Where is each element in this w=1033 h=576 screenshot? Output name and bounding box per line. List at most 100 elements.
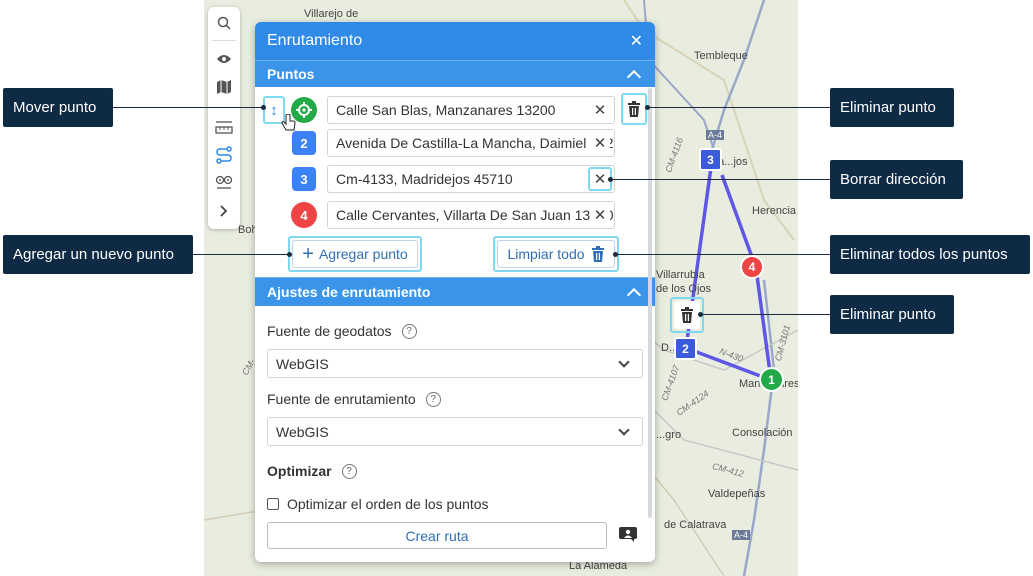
points-section-title: Puntos	[267, 66, 315, 82]
point-number-badge: 2	[292, 131, 316, 155]
optimize-checkbox-label: Optimizar el orden de los puntos	[287, 496, 489, 512]
geodata-source-text: Fuente de geodatos	[267, 323, 392, 339]
panel-header: Enrutamiento ✕	[255, 22, 655, 60]
points-section-header[interactable]: Puntos	[255, 60, 655, 87]
contact-card-icon	[619, 527, 637, 542]
optimize-checkbox[interactable]	[267, 498, 279, 510]
callout-dot	[613, 252, 618, 257]
routing-source-select[interactable]: WebGIS	[267, 417, 643, 446]
clear-address-icon[interactable]: ✕	[590, 100, 610, 120]
ruler-icon	[215, 121, 233, 134]
add-point-button[interactable]: + Agregar punto	[292, 240, 418, 268]
visibility-button[interactable]	[212, 47, 236, 71]
routing-source-text: Fuente de enrutamiento	[267, 391, 416, 407]
create-route-button[interactable]: Crear ruta	[267, 522, 607, 549]
map-marker-2[interactable]: 2	[674, 337, 697, 360]
map-marker-4[interactable]: 4	[740, 255, 764, 279]
route-point-row: 4 Calle Cervantes, Villarta De San Juan …	[255, 201, 655, 229]
callout-dot	[287, 252, 292, 257]
map-icon	[217, 80, 231, 94]
geodata-source-label: Fuente de geodatos ?	[267, 323, 417, 339]
settings-section-header[interactable]: Ajustes de enrutamiento	[255, 277, 655, 306]
help-icon[interactable]: ?	[425, 391, 441, 407]
chevron-up-icon	[626, 287, 642, 302]
point-number-badge: 4	[291, 202, 317, 228]
map-place-tembleque: Tembleque	[694, 50, 748, 62]
crosshair-icon	[296, 102, 312, 118]
map-place-herencia: Herencia	[752, 205, 797, 217]
optimize-order-row: Optimizar el orden de los puntos	[267, 496, 489, 512]
geodata-source-value: WebGIS	[276, 356, 329, 372]
point-number-badge: 3	[292, 167, 316, 191]
callout-line	[700, 314, 830, 315]
geodata-source-select[interactable]: WebGIS	[267, 349, 643, 378]
routing-source-label: Fuente de enrutamiento ?	[267, 391, 441, 407]
expand-toolbar-button[interactable]	[212, 199, 236, 223]
search-button[interactable]	[212, 11, 236, 35]
delete-point-button[interactable]	[621, 93, 647, 125]
route-point-row: 2 Avenida De Castilla-La Mancha, Daimiel…	[255, 129, 655, 157]
chevron-right-icon	[220, 205, 228, 217]
callout-dot	[645, 105, 650, 110]
map-place-almagro: ...gro	[656, 429, 682, 441]
map-toolbar	[208, 7, 240, 229]
plus-icon: +	[302, 243, 314, 265]
locations-button[interactable]	[212, 171, 236, 195]
move-arrows-icon: ↕	[270, 101, 278, 119]
map-place-villarejo: Villarejo de	[304, 8, 359, 20]
chevron-up-icon	[626, 69, 642, 84]
address-input[interactable]: Cm-4133, Madridejos 45710 ✕	[327, 165, 615, 193]
clear-address-icon[interactable]: ✕	[590, 205, 610, 225]
clear-address-icon[interactable]: ✕	[590, 133, 610, 153]
map-place-villarrubia: Villarrubia de los Ojos	[656, 269, 712, 295]
routing-panel: Enrutamiento ✕ Puntos ↕ Calle San Blas, …	[255, 22, 655, 562]
optimize-text: Optimizar	[267, 463, 332, 479]
route-point-row: ↕ Calle San Blas, Manzanares 13200 ✕	[255, 93, 655, 131]
panel-scrollbar[interactable]	[648, 88, 652, 518]
callout-delete-all: Eliminar todos los puntos	[830, 235, 1030, 274]
layers-button[interactable]	[212, 75, 236, 99]
callout-clear-address: Borrar dirección	[830, 160, 963, 199]
address-input[interactable]: Calle Cervantes, Villarta De San Juan 13…	[327, 201, 615, 229]
search-icon	[217, 16, 231, 30]
map-marker-3[interactable]: 3	[699, 148, 722, 171]
callout-add-new-point: Agregar un nuevo punto	[3, 235, 193, 274]
trash-icon	[628, 101, 640, 117]
measure-button[interactable]	[212, 115, 236, 139]
address-text: Cm-4133, Madridejos 45710	[336, 171, 513, 187]
panel-title: Enrutamiento	[267, 32, 363, 49]
address-text: Calle San Blas, Manzanares 13200	[336, 102, 556, 118]
settings-section-title: Ajustes de enrutamiento	[267, 284, 431, 300]
callout-line	[610, 179, 830, 180]
close-icon[interactable]: ✕	[630, 31, 643, 51]
map-road-a4: A-4	[706, 130, 725, 140]
address-input[interactable]: Avenida De Castilla-La Mancha, Daimiel 1…	[327, 129, 615, 157]
callout-dot	[608, 177, 613, 182]
callout-dot	[698, 312, 703, 317]
routing-icon	[216, 146, 232, 164]
map-place-calatrava: de Calatrava	[664, 519, 727, 531]
help-icon[interactable]: ?	[341, 463, 357, 479]
routing-button[interactable]	[212, 143, 236, 167]
address-input[interactable]: Calle San Blas, Manzanares 13200 ✕	[327, 96, 615, 124]
map-delete-point-button[interactable]	[674, 301, 700, 329]
clear-all-button[interactable]: Limpiar todo	[497, 240, 615, 268]
map-place-valdepenas: Valdepeñas	[708, 488, 766, 500]
add-point-label: Agregar punto	[318, 246, 408, 262]
route-point-row: 3 Cm-4133, Madridejos 45710 ✕	[255, 165, 655, 193]
map-marker-1[interactable]: 1	[759, 367, 784, 392]
address-text: Avenida De Castilla-La Mancha, Daimiel 1…	[336, 135, 615, 151]
help-icon[interactable]: ?	[401, 323, 417, 339]
trash-icon	[591, 246, 604, 262]
route-info-button[interactable]	[619, 527, 637, 543]
chevron-down-icon	[618, 356, 630, 368]
address-text: Calle Cervantes, Villarta De San Juan 13…	[336, 207, 614, 223]
callout-move-point: Mover punto	[3, 88, 113, 127]
map-place-consolacion: Consolación	[732, 427, 793, 439]
map-road-a4-south: A-4	[732, 530, 751, 540]
callout-dot	[261, 105, 266, 110]
callout-line	[615, 254, 830, 255]
callout-line	[113, 107, 263, 108]
clear-all-label: Limpiar todo	[507, 246, 585, 262]
trash-icon	[681, 307, 693, 323]
